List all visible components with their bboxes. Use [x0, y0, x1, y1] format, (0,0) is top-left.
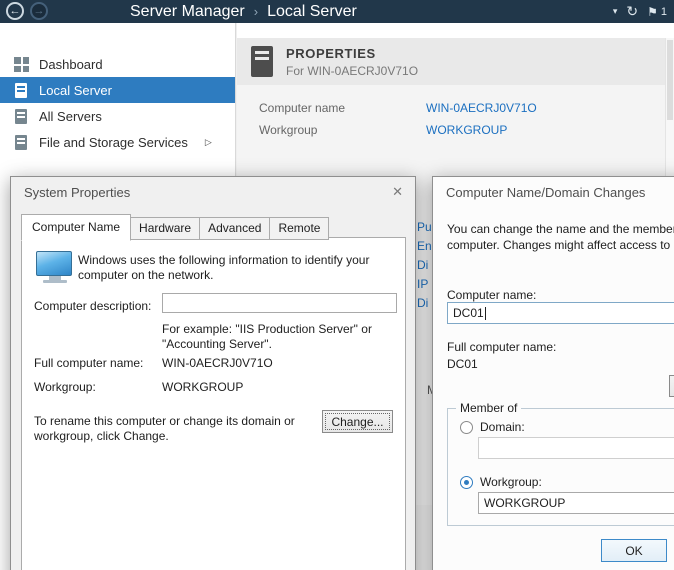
back-arrow-icon: ←: [10, 6, 21, 17]
tab-advanced[interactable]: Advanced: [199, 217, 270, 240]
computer-name-input[interactable]: DC01: [447, 302, 674, 324]
property-label: Computer name: [259, 101, 426, 115]
dialog-title: System Properties: [11, 177, 415, 208]
intro-line: You can change the name and the membersh…: [447, 221, 674, 237]
system-properties-dialog: System Properties ✕ Computer Name Hardwa…: [10, 176, 416, 570]
property-label: Workgroup: [259, 123, 426, 137]
full-computer-name-label: Full computer name:: [447, 340, 556, 354]
full-computer-name-value: WIN-0AECRJ0V71O: [162, 356, 273, 370]
full-computer-name-value: DC01: [447, 357, 478, 371]
titlebar-actions: ▾ ↻ ⚑ 1: [613, 0, 667, 23]
domain-input[interactable]: [478, 437, 674, 459]
domain-changes-dialog: Computer Name/Domain Changes You can cha…: [432, 176, 674, 570]
clipped-property-fragment: IP: [417, 277, 428, 291]
sidebar-item-label: Local Server: [39, 83, 112, 98]
tab-remote[interactable]: Remote: [269, 217, 329, 240]
sidebar-item-all-servers[interactable]: All Servers: [0, 103, 235, 129]
breadcrumb-location[interactable]: Local Server: [267, 3, 357, 20]
description-example-text: For example: "IIS Production Server" or …: [162, 322, 397, 352]
properties-heading-block: PROPERTIES For WIN-0AECRJ0V71O: [286, 46, 418, 78]
clipped-property-fragment: En: [417, 239, 432, 253]
sidebar-item-file-storage-services[interactable]: File and Storage Services ▷: [0, 129, 235, 155]
workgroup-input[interactable]: WORKGROUP: [478, 492, 674, 514]
full-computer-name-label: Full computer name:: [34, 356, 143, 370]
property-row-workgroup: Workgroup WORKGROUP: [259, 123, 674, 137]
server-manager-window: ← → Server Manager›Local Server ▾ ↻ ⚑ 1 …: [0, 0, 674, 570]
workgroup-input-value: WORKGROUP: [484, 496, 565, 510]
close-icon[interactable]: ✕: [392, 185, 403, 198]
workgroup-link[interactable]: WORKGROUP: [426, 123, 507, 137]
system-properties-tabs: Computer Name Hardware Advanced Remote: [21, 214, 328, 240]
member-of-groupbox: Member of Domain: Workgroup: WORKGROUP: [447, 408, 674, 526]
member-of-label: Member of: [456, 401, 521, 415]
sidebar-item-label: File and Storage Services: [39, 135, 188, 150]
scrollbar-thumb[interactable]: [667, 40, 673, 120]
computer-name-input-value: DC01: [453, 306, 484, 320]
computer-description-label: Computer description:: [34, 299, 151, 313]
chevron-down-icon[interactable]: ▾: [613, 6, 618, 17]
server-tower-icon: [251, 46, 273, 77]
text-cursor: [485, 307, 486, 320]
notifications-flag-button[interactable]: ⚑ 1: [647, 5, 667, 19]
ok-button[interactable]: OK: [601, 539, 667, 562]
expand-chevron-icon[interactable]: ▷: [205, 137, 212, 148]
dialog-intro-text: You can change the name and the membersh…: [447, 221, 674, 253]
workgroup-value: WORKGROUP: [162, 380, 243, 394]
tab-computer-name[interactable]: Computer Name: [21, 214, 131, 241]
properties-subheading: For WIN-0AECRJ0V71O: [286, 64, 418, 78]
dialog-title: Computer Name/Domain Changes: [433, 177, 674, 208]
sidebar-item-label: All Servers: [39, 109, 102, 124]
property-row-computer-name: Computer name WIN-0AECRJ0V71O: [259, 101, 674, 115]
app-title: Server Manager: [130, 3, 245, 20]
content-top-strip: [237, 23, 674, 38]
servers-icon: [14, 109, 29, 124]
dashboard-icon: [14, 57, 29, 72]
sidebar-item-local-server[interactable]: Local Server: [0, 77, 235, 103]
domain-radio-row[interactable]: Domain:: [460, 420, 525, 434]
storage-icon: [14, 135, 29, 150]
breadcrumb-separator-icon: ›: [254, 4, 258, 19]
tab-intro-text: Windows uses the following information t…: [78, 253, 390, 283]
workgroup-label: Workgroup:: [34, 380, 96, 394]
sidebar-item-dashboard[interactable]: Dashboard: [0, 51, 235, 77]
refresh-icon[interactable]: ↻: [626, 3, 638, 20]
forward-button[interactable]: →: [30, 2, 48, 20]
computer-name-link[interactable]: WIN-0AECRJ0V71O: [426, 101, 537, 115]
rename-hint-text: To rename this computer or change its do…: [34, 414, 312, 444]
workgroup-radio-row[interactable]: Workgroup:: [460, 475, 542, 489]
domain-radio-button[interactable]: [460, 421, 473, 434]
properties-tile-header: PROPERTIES For WIN-0AECRJ0V71O: [237, 38, 674, 85]
flag-icon: ⚑: [647, 5, 658, 19]
titlebar: ← → Server Manager › Local Server ▾ ↻ ⚑ 1: [0, 0, 674, 23]
forward-arrow-icon: →: [34, 6, 45, 17]
computer-name-tab-panel: Windows uses the following information t…: [21, 237, 406, 570]
clipped-property-fragment: Di: [417, 258, 428, 272]
sidebar-item-label: Dashboard: [39, 57, 103, 72]
workgroup-radio-button[interactable]: [460, 476, 473, 489]
clipped-property-fragment: Di: [417, 296, 428, 310]
intro-line: computer. Changes might affect access to…: [447, 237, 674, 253]
more-button[interactable]: [669, 375, 674, 397]
change-button[interactable]: Change...: [322, 410, 393, 433]
properties-heading: PROPERTIES: [286, 46, 418, 61]
back-button[interactable]: ←: [6, 2, 24, 20]
breadcrumb: Server Manager › Local Server: [130, 0, 357, 23]
computer-description-input[interactable]: [162, 293, 397, 313]
notification-count: 1: [661, 6, 667, 18]
domain-radio-label: Domain:: [480, 420, 525, 434]
computer-monitor-icon: [36, 251, 74, 283]
clipped-property-fragment: Pu: [417, 220, 432, 234]
server-icon: [14, 83, 29, 98]
workgroup-radio-label: Workgroup:: [480, 475, 542, 489]
computer-name-label: Computer name:: [447, 288, 536, 302]
tab-hardware[interactable]: Hardware: [130, 217, 200, 240]
nav-buttons: ← →: [6, 2, 48, 20]
